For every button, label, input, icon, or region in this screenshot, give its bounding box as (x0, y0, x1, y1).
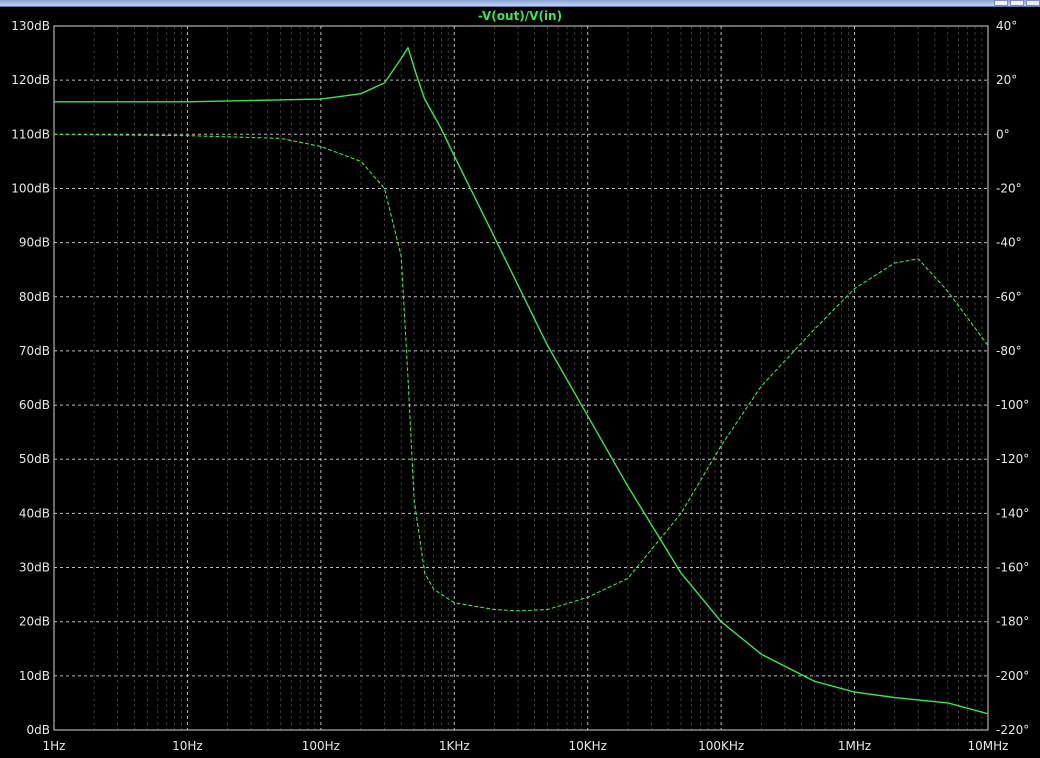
left-y-tick-label: 50dB (19, 452, 50, 466)
right-y-tick-label: -200° (996, 669, 1029, 683)
left-y-tick-label: 90dB (19, 236, 50, 250)
left-y-tick-label: 30dB (19, 561, 50, 575)
x-tick-label: 1MHz (838, 739, 871, 753)
left-y-tick-label: 130dB (11, 19, 50, 33)
right-y-tick-label: -160° (996, 561, 1029, 575)
right-y-tick-label: -20° (996, 181, 1022, 195)
left-y-tick-label: 100dB (11, 181, 50, 195)
right-y-tick-label: -220° (996, 723, 1029, 737)
bode-plot: 130dB 40° 120dB 20° 110dB 0° 100dB -20° 90dB -40°… (11, 9, 1029, 753)
right-y-tick-label: -40° (996, 236, 1022, 250)
left-y-tick-label: 80dB (19, 290, 50, 304)
right-y-tick-label: -140° (996, 506, 1029, 520)
right-y-tick-label: -100° (996, 398, 1029, 412)
x-tick-label: 1Hz (43, 739, 66, 753)
left-y-tick-label: 40dB (19, 506, 50, 520)
left-y-tick-label: 0dB (27, 723, 50, 737)
x-tick-label: 10KHz (568, 739, 606, 753)
left-y-tick-label: 20dB (19, 615, 50, 629)
x-tick-label: 10MHz (968, 739, 1009, 753)
left-y-tick-label: 10dB (19, 669, 50, 683)
right-y-tick-label: 0° (996, 127, 1010, 141)
x-tick-label: 100KHz (698, 739, 744, 753)
x-tick-label: 100Hz (302, 739, 340, 753)
waveform-window: 130dB 40° 120dB 20° 110dB 0° 100dB -20° 90dB -40°… (0, 0, 1040, 758)
right-y-tick-label: -60° (996, 290, 1022, 304)
chart-title: -V(out)/V(in) (478, 9, 562, 23)
right-y-tick-label: -80° (996, 344, 1022, 358)
right-y-tick-label: 20° (996, 73, 1017, 87)
right-y-tick-label: 40° (996, 19, 1017, 33)
x-tick-label: 1KHz (439, 739, 470, 753)
grid-layer (53, 25, 989, 731)
right-y-tick-label: -120° (996, 452, 1029, 466)
x-tick-label: 10Hz (172, 739, 203, 753)
left-y-tick-label: 110dB (11, 127, 50, 141)
left-y-tick-label: 120dB (11, 73, 50, 87)
plot-frame (53, 25, 989, 731)
right-y-tick-label: -180° (996, 615, 1029, 629)
left-y-tick-label: 70dB (19, 344, 50, 358)
left-y-tick-label: 60dB (19, 398, 50, 412)
